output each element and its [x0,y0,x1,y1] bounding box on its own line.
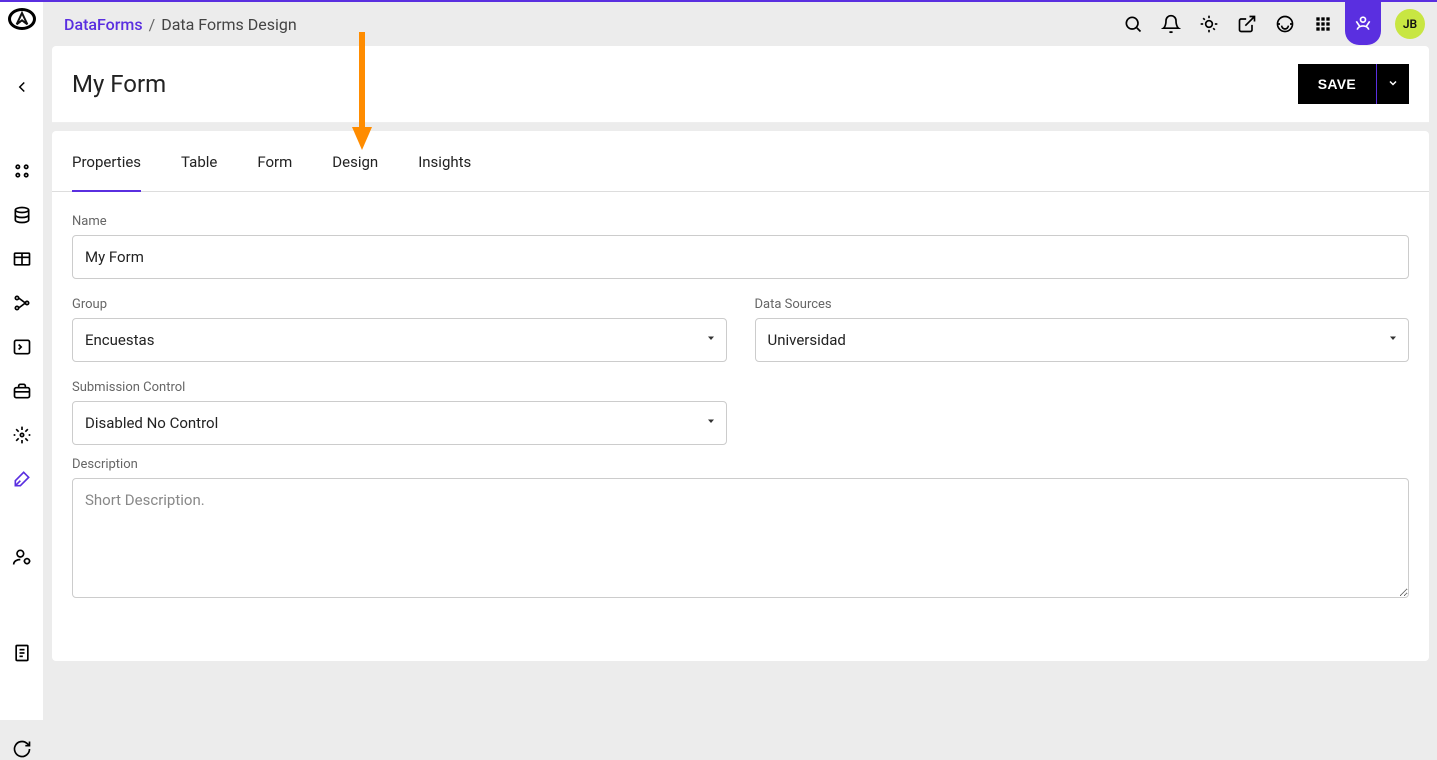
user-settings-icon[interactable] [11,546,33,568]
tab-table[interactable]: Table [181,131,217,191]
connections-icon[interactable] [11,292,33,314]
save-button[interactable]: SAVE [1298,64,1377,104]
submission-control-label: Submission Control [72,380,727,395]
submission-control-select[interactable] [72,401,727,445]
description-textarea[interactable] [72,478,1409,598]
save-button-group: SAVE [1298,64,1409,104]
topbar: DataForms / Data Forms Design [44,2,1437,46]
content-card: Properties Table Form Design Insights Na… [52,131,1429,661]
properties-form: Name Group Data Sources [52,192,1429,632]
top-icons: JB [1117,3,1425,45]
collapse-sidebar-icon[interactable] [11,76,33,98]
toolbox-icon[interactable] [11,380,33,402]
terminal-icon[interactable] [11,336,33,358]
data-sources-label: Data Sources [755,297,1410,312]
search-icon[interactable] [1117,8,1149,40]
tab-insights[interactable]: Insights [418,131,471,191]
breadcrumb-root[interactable]: DataForms [64,15,143,34]
ideas-icon[interactable] [1193,8,1225,40]
apps-icon[interactable] [11,160,33,182]
avatar-initials: JB [1403,17,1417,31]
share-icon[interactable] [1231,8,1263,40]
docs-icon[interactable] [11,642,33,664]
name-label: Name [72,214,1409,229]
breadcrumb: DataForms / Data Forms Design [64,15,297,34]
breadcrumb-leaf: Data Forms Design [161,15,297,34]
tab-design[interactable]: Design [332,131,378,191]
page-header: My Form SAVE [52,46,1429,123]
design-icon[interactable] [11,424,33,446]
app-logo[interactable] [8,8,36,30]
tab-properties[interactable]: Properties [72,131,141,191]
breadcrumb-separator: / [149,15,156,34]
tab-form[interactable]: Form [257,131,292,191]
page-title: My Form [72,70,166,98]
group-label: Group [72,297,727,312]
database-icon[interactable] [11,204,33,226]
main-area: DataForms / Data Forms Design [44,2,1437,720]
sidebar-nav [11,76,33,760]
user-avatar[interactable]: JB [1395,9,1425,39]
description-label: Description [72,457,1409,472]
group-select[interactable] [72,318,727,362]
left-sidebar [0,2,44,720]
save-dropdown-button[interactable] [1377,64,1409,104]
name-input[interactable] [72,235,1409,279]
data-sources-select[interactable] [755,318,1410,362]
tabs: Properties Table Form Design Insights [52,131,1429,192]
notifications-icon[interactable] [1155,8,1187,40]
refresh-icon[interactable] [11,738,33,760]
app-root: DataForms / Data Forms Design [0,0,1437,720]
support-icon[interactable] [1269,8,1301,40]
primary-action-icon[interactable] [1345,2,1381,45]
grid-menu-icon[interactable] [1307,8,1339,40]
table-icon[interactable] [11,248,33,270]
tools-icon[interactable] [11,468,33,490]
